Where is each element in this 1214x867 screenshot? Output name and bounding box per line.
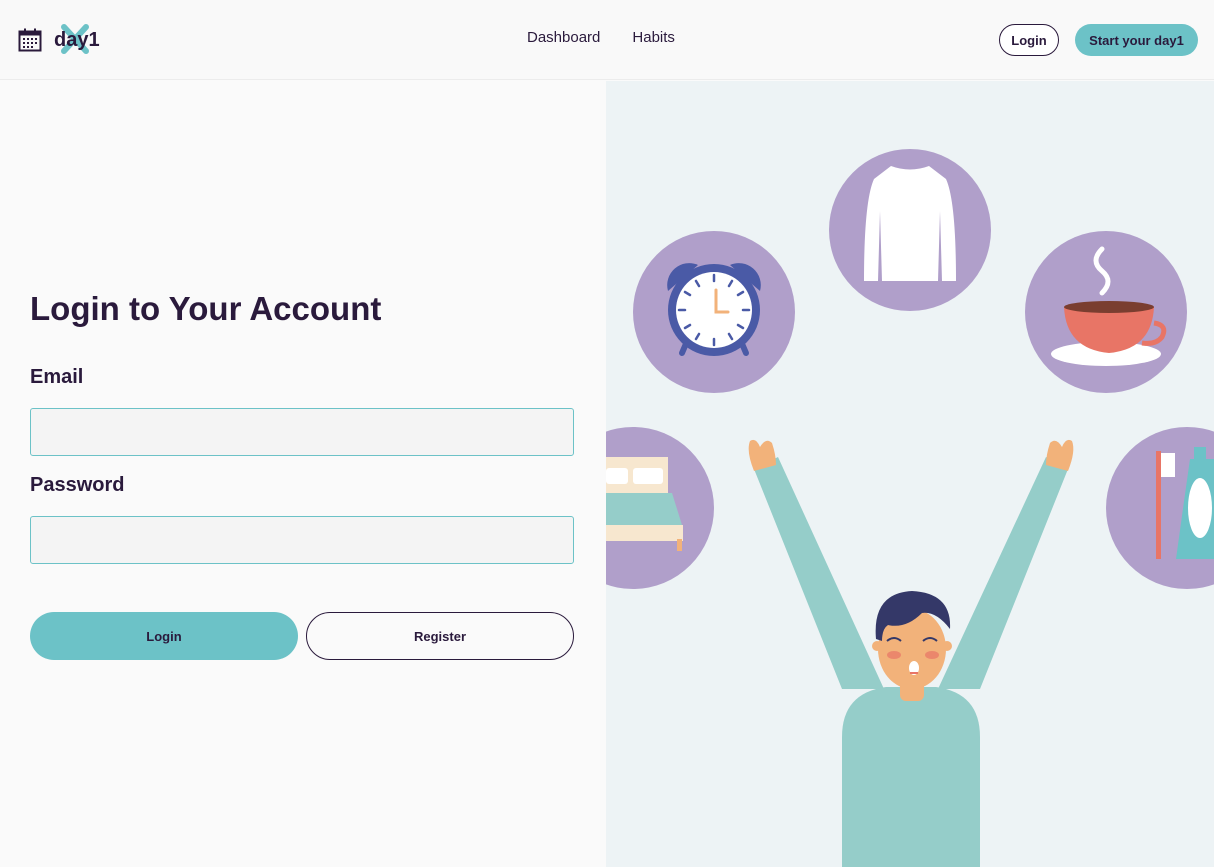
email-input[interactable] — [30, 408, 574, 456]
alarm-clock-icon — [633, 231, 795, 393]
top-navbar: day1 Dashboard Habits Login Start your d… — [0, 0, 1214, 80]
nav-links: Dashboard Habits — [527, 29, 675, 46]
nav-link-habits[interactable]: Habits — [632, 29, 675, 46]
brand-logo[interactable]: day1 — [18, 24, 100, 56]
sweater-icon — [829, 149, 991, 311]
start-your-day-button[interactable]: Start your day1 — [1075, 24, 1198, 56]
register-button[interactable]: Register — [306, 612, 574, 660]
illustration-panel — [606, 81, 1214, 867]
password-label: Password — [30, 474, 125, 496]
page-title: Login to Your Account — [30, 290, 382, 327]
nav-link-dashboard[interactable]: Dashboard — [527, 29, 600, 46]
bed-icon — [606, 427, 714, 589]
morning-routine-illustration — [606, 149, 1214, 867]
coffee-cup-icon — [1025, 231, 1187, 393]
brand-name: day1 — [54, 29, 100, 51]
person-figure — [748, 439, 1074, 867]
login-button[interactable]: Login — [30, 612, 298, 660]
calendar-icon — [18, 28, 42, 52]
nav-login-button[interactable]: Login — [999, 24, 1059, 56]
toothbrush-toothpaste-icon — [1106, 427, 1214, 589]
email-label: Email — [30, 366, 84, 388]
password-input[interactable] — [30, 516, 574, 564]
